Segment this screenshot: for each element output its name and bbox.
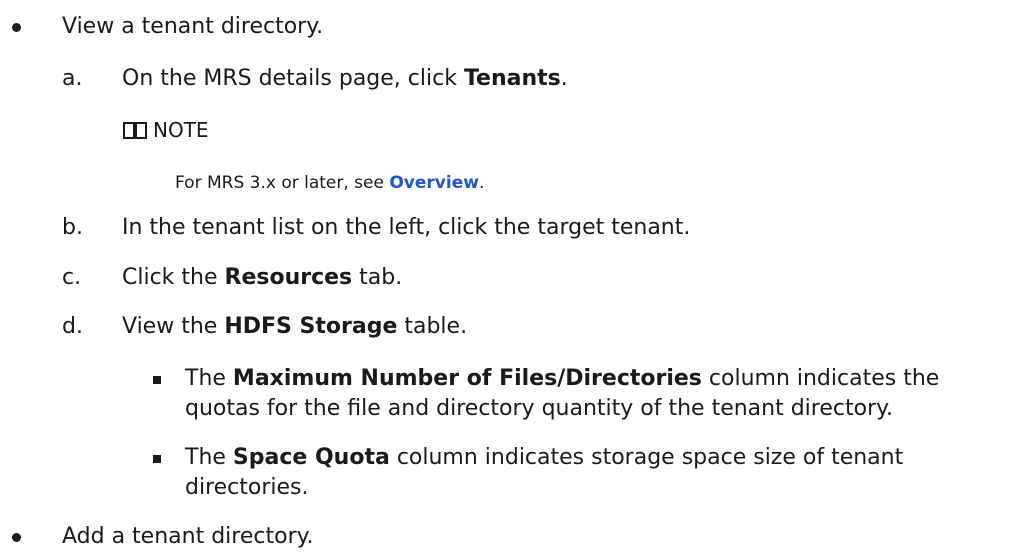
overview-link[interactable]: Overview xyxy=(389,173,479,193)
sub-item-max-files-line2: quotas for the file and directory quanti… xyxy=(185,396,893,421)
bullet-icon xyxy=(12,533,21,542)
book-icon xyxy=(123,122,147,139)
sub2-bold: Space Quota xyxy=(232,445,390,470)
square-bullet-icon xyxy=(153,455,161,463)
sub-item-max-files: The Maximum Number of Files/Directories … xyxy=(185,366,940,391)
bullet-icon xyxy=(12,23,21,32)
step-marker-c: c. xyxy=(62,265,82,290)
list-item-view: View a tenant directory. xyxy=(62,14,324,39)
step-d-text: View the HDFS Storage table. xyxy=(122,314,468,339)
step-marker-b: b. xyxy=(62,215,83,240)
note-text: For MRS 3.x or later, see Overview. xyxy=(175,173,485,193)
list-item-add: Add a tenant directory. xyxy=(62,524,314,549)
sub1-bold: Maximum Number of Files/Directories xyxy=(232,366,702,391)
step-c-text: Click the Resources tab. xyxy=(122,265,403,290)
step-a-text: On the MRS details page, click Tenants. xyxy=(122,66,568,91)
step-c-bold: Resources xyxy=(224,265,353,290)
step-marker-a: a. xyxy=(62,66,83,91)
step-b-text: In the tenant list on the left, click th… xyxy=(122,215,691,240)
step-a-bold: Tenants xyxy=(463,66,561,91)
sub-item-space-quota: The Space Quota column indicates storage… xyxy=(185,445,904,470)
sub-item-space-quota-line2: directories. xyxy=(185,475,309,500)
step-d-bold: HDFS Storage xyxy=(224,314,398,339)
step-marker-d: d. xyxy=(62,314,83,339)
square-bullet-icon xyxy=(153,376,161,384)
note-label: NOTE xyxy=(153,118,209,142)
